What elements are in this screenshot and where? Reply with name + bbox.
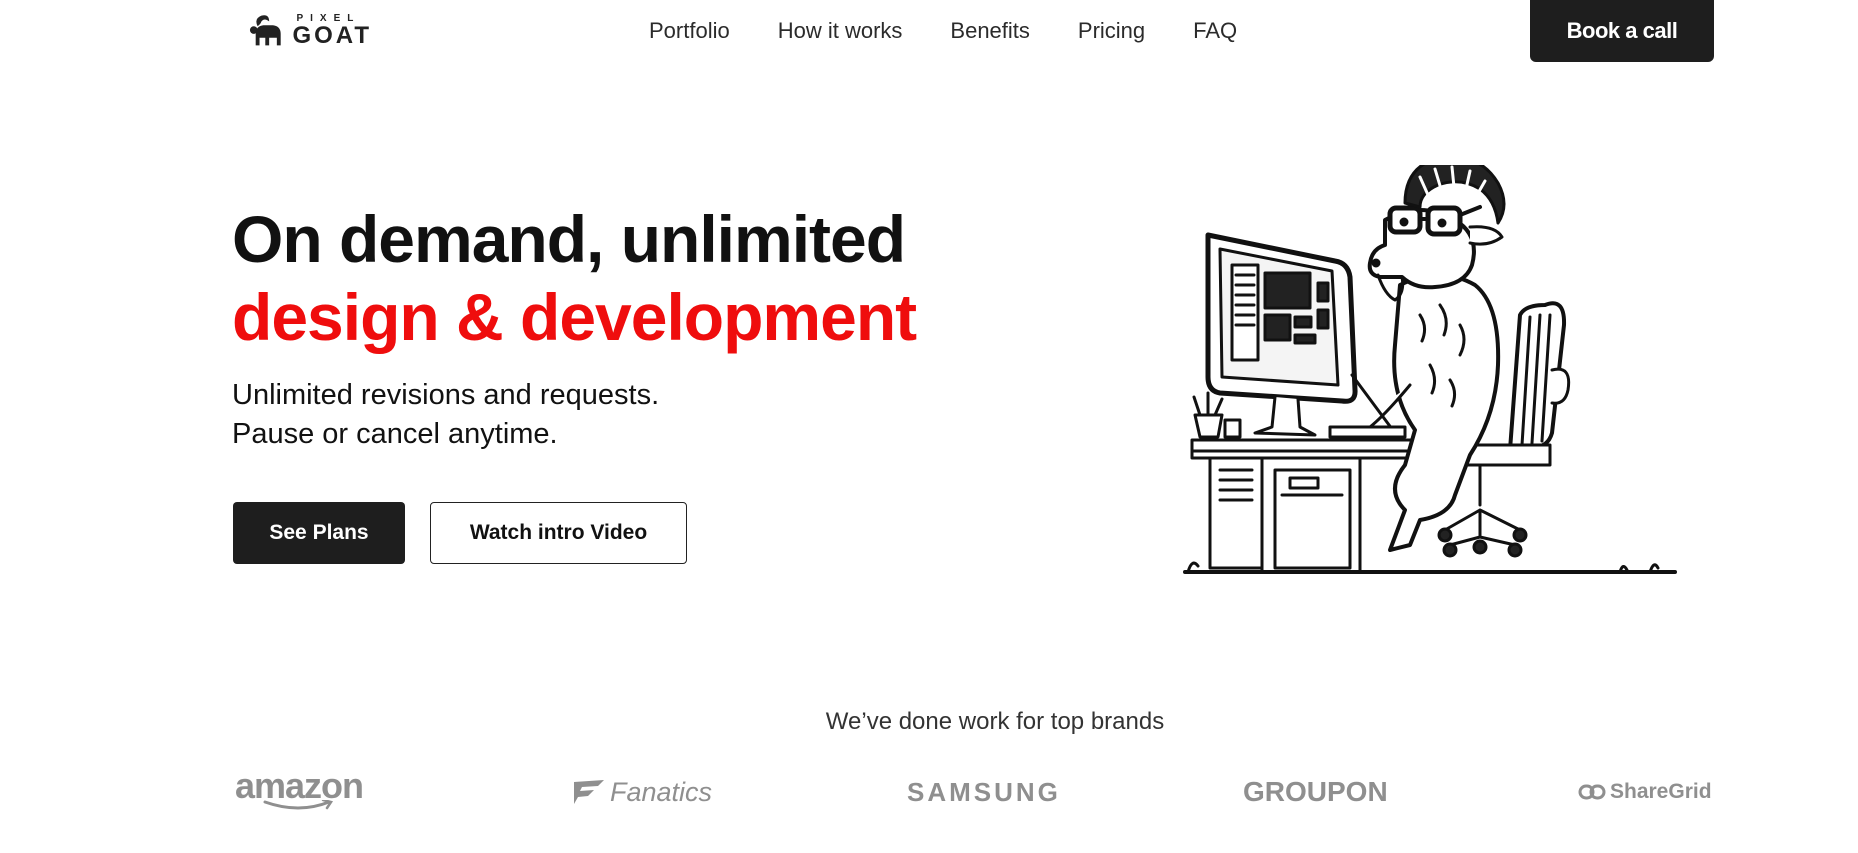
- nav-benefits[interactable]: Benefits: [950, 18, 1030, 44]
- logo[interactable]: PIXEL GOAT: [248, 10, 372, 52]
- nav-portfolio[interactable]: Portfolio: [649, 18, 730, 44]
- see-plans-button[interactable]: See Plans: [233, 502, 405, 564]
- brand-fanatics-name: Fanatics: [610, 776, 713, 807]
- brands-title: We’ve done work for top brands: [825, 708, 1165, 735]
- book-a-call-button[interactable]: Book a call: [1530, 0, 1714, 62]
- brand-sharegrid-name: ShareGrid: [1610, 780, 1712, 803]
- fanatics-flag-icon: [574, 780, 604, 804]
- nav-faq[interactable]: FAQ: [1193, 18, 1237, 44]
- hero-subtitle-line2: Pause or cancel anytime.: [232, 418, 558, 450]
- brand-samsung-logo: SAMSUNG: [907, 770, 1061, 814]
- brand-fanatics-logo: Fanatics: [572, 770, 712, 814]
- brand-groupon-name: GROUPON: [1243, 776, 1388, 807]
- nav-pricing[interactable]: Pricing: [1078, 18, 1145, 44]
- hero-subtitle-line1: Unlimited revisions and requests.: [232, 379, 660, 411]
- brand-amazon-name: amazon: [235, 765, 364, 806]
- main-nav: Portfolio How it works Benefits Pricing …: [649, 18, 1237, 44]
- hero-subtitle: Unlimited revisions and requests. Pause …: [232, 376, 659, 454]
- brand-amazon-logo: amazon: [235, 765, 364, 814]
- hero-title-line2: design & development: [232, 280, 917, 354]
- amazon-smile-icon: [263, 800, 334, 810]
- nav-how-it-works[interactable]: How it works: [778, 18, 903, 44]
- hero-title: On demand, unlimited design & developmen…: [232, 200, 917, 356]
- sharegrid-link-icon: [1578, 784, 1606, 800]
- brand-sharegrid-logo: ShareGrid: [1578, 770, 1712, 814]
- watch-intro-video-button[interactable]: Watch intro Video: [430, 502, 687, 564]
- hero-title-line1: On demand, unlimited: [232, 202, 906, 276]
- goat-logo-icon: [249, 15, 281, 46]
- brand-groupon-logo: GROUPON: [1243, 770, 1388, 814]
- brand-samsung-name: SAMSUNG: [907, 776, 1061, 807]
- goat-at-computer-illustration: [1183, 165, 1677, 574]
- logo-bottom-text: GOAT: [292, 22, 372, 49]
